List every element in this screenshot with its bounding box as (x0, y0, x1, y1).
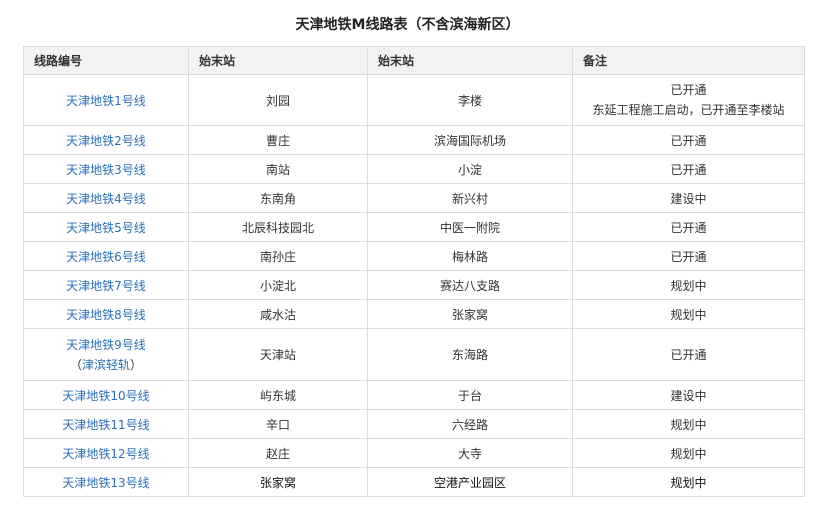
start-cell: 咸水沽 (188, 299, 368, 329)
line-cell: 天津地铁3号线 (23, 154, 189, 184)
note-cell: 已开通 (572, 125, 805, 155)
note-cell: 规划中 (572, 409, 805, 439)
line-cell: 天津地铁5号线 (23, 212, 189, 242)
table-row: 天津地铁3号线 南站 小淀 已开通 (23, 154, 805, 184)
line-cell: 天津地铁8号线 (23, 299, 189, 329)
end-cell: 于台 (367, 380, 573, 410)
end-cell: 中医一附院 (367, 212, 573, 242)
paren-close: ） (130, 357, 143, 372)
line-link[interactable]: 天津地铁10号线 (62, 389, 149, 403)
end-cell: 赛达八支路 (367, 270, 573, 300)
end-cell: 六经路 (367, 409, 573, 439)
header-line-number: 线路编号 (23, 46, 189, 75)
note-cell: 规划中 (572, 467, 805, 497)
line-cell: 天津地铁9号线 （津滨轻轨） (23, 328, 189, 381)
start-cell: 辛口 (188, 409, 368, 439)
start-cell: 天津站 (188, 328, 368, 381)
start-cell: 曹庄 (188, 125, 368, 155)
note-cell: 规划中 (572, 299, 805, 329)
line-cell: 天津地铁6号线 (23, 241, 189, 271)
line-link[interactable]: 天津地铁12号线 (62, 447, 149, 461)
line-cell: 天津地铁7号线 (23, 270, 189, 300)
line-cell: 天津地铁11号线 (23, 409, 189, 439)
note-cell: 已开通 (572, 212, 805, 242)
table-row: 天津地铁6号线 南孙庄 梅林路 已开通 (23, 241, 805, 271)
line-cell: 天津地铁12号线 (23, 438, 189, 468)
end-cell: 东海路 (367, 328, 573, 381)
line-link[interactable]: 天津地铁9号线 (66, 338, 146, 352)
metro-lines-table: 线路编号 始末站 始末站 备注 天津地铁1号线 刘园 李楼 已开通 东延工程施工… (23, 46, 805, 497)
line-cell: 天津地铁4号线 (23, 183, 189, 213)
end-cell: 小淀 (367, 154, 573, 184)
line-link[interactable]: 天津地铁6号线 (66, 250, 146, 264)
line-link[interactable]: 天津地铁2号线 (66, 134, 146, 148)
line-link[interactable]: 天津地铁4号线 (66, 192, 146, 206)
page-title: 天津地铁M线路表（不含滨海新区） (295, 17, 520, 33)
note-cell: 已开通 (572, 328, 805, 381)
table-row: 天津地铁8号线 咸水沽 张家窝 规划中 (23, 299, 805, 329)
start-cell: 赵庄 (188, 438, 368, 468)
start-cell: 北辰科技园北 (188, 212, 368, 242)
line-link[interactable]: 天津地铁5号线 (66, 221, 146, 235)
note-cell: 建设中 (572, 380, 805, 410)
line-sub-link[interactable]: 津滨轻轨 (82, 358, 130, 372)
paren-open: （ (69, 357, 82, 372)
line-cell: 天津地铁2号线 (23, 125, 189, 155)
line-cell: 天津地铁10号线 (23, 380, 189, 410)
table-row: 天津地铁11号线 辛口 六经路 规划中 (23, 409, 805, 439)
note-cell: 规划中 (572, 270, 805, 300)
start-cell: 南孙庄 (188, 241, 368, 271)
note-cell: 已开通 (572, 154, 805, 184)
table-row: 天津地铁9号线 （津滨轻轨） 天津站 东海路 已开通 (23, 328, 805, 381)
line-link[interactable]: 天津地铁7号线 (66, 279, 146, 293)
line-cell-line1: 天津地铁9号线 (24, 335, 188, 355)
header-note: 备注 (572, 46, 805, 75)
note-cell: 已开通 东延工程施工启动，已开通至李楼站 (572, 74, 805, 126)
start-cell: 东南角 (188, 183, 368, 213)
start-cell: 南站 (188, 154, 368, 184)
header-start-station: 始末站 (188, 46, 368, 75)
note-cell: 已开通 (572, 241, 805, 271)
start-cell: 刘园 (188, 74, 368, 126)
table-header-row: 线路编号 始末站 始末站 备注 (23, 46, 805, 75)
line-link[interactable]: 天津地铁3号线 (66, 163, 146, 177)
line-link[interactable]: 天津地铁8号线 (66, 308, 146, 322)
end-cell: 李楼 (367, 74, 573, 126)
table-row: 天津地铁1号线 刘园 李楼 已开通 东延工程施工启动，已开通至李楼站 (23, 74, 805, 126)
table-row: 天津地铁13号线 张家窝 空港产业园区 规划中 (23, 467, 805, 497)
table-row: 天津地铁10号线 屿东城 于台 建设中 (23, 380, 805, 410)
table-row: 天津地铁2号线 曹庄 滨海国际机场 已开通 (23, 125, 805, 155)
table-row: 天津地铁7号线 小淀北 赛达八支路 规划中 (23, 270, 805, 300)
line-link[interactable]: 天津地铁13号线 (62, 476, 149, 490)
table-row: 天津地铁4号线 东南角 新兴村 建设中 (23, 183, 805, 213)
end-cell: 滨海国际机场 (367, 125, 573, 155)
note-text: 已开通 (670, 83, 707, 97)
table-row: 天津地铁12号线 赵庄 大寺 规划中 (23, 438, 805, 468)
end-cell: 梅林路 (367, 241, 573, 271)
start-cell: 屿东城 (188, 380, 368, 410)
note-cell: 规划中 (572, 438, 805, 468)
line-link[interactable]: 天津地铁1号线 (66, 94, 146, 108)
end-cell: 空港产业园区 (367, 467, 573, 497)
start-cell: 小淀北 (188, 270, 368, 300)
line-cell-line2: （津滨轻轨） (24, 355, 188, 375)
line-cell: 天津地铁13号线 (23, 467, 189, 497)
end-cell: 大寺 (367, 438, 573, 468)
line-link[interactable]: 天津地铁11号线 (62, 418, 149, 432)
note-detail: 东延工程施工启动，已开通至李楼站 (592, 103, 785, 117)
note-cell: 建设中 (572, 183, 805, 213)
table-row: 天津地铁5号线 北辰科技园北 中医一附院 已开通 (23, 212, 805, 242)
end-cell: 张家窝 (367, 299, 573, 329)
header-end-station: 始末站 (367, 46, 573, 75)
line-cell: 天津地铁1号线 (23, 74, 189, 126)
end-cell: 新兴村 (367, 183, 573, 213)
start-cell: 张家窝 (188, 467, 368, 497)
